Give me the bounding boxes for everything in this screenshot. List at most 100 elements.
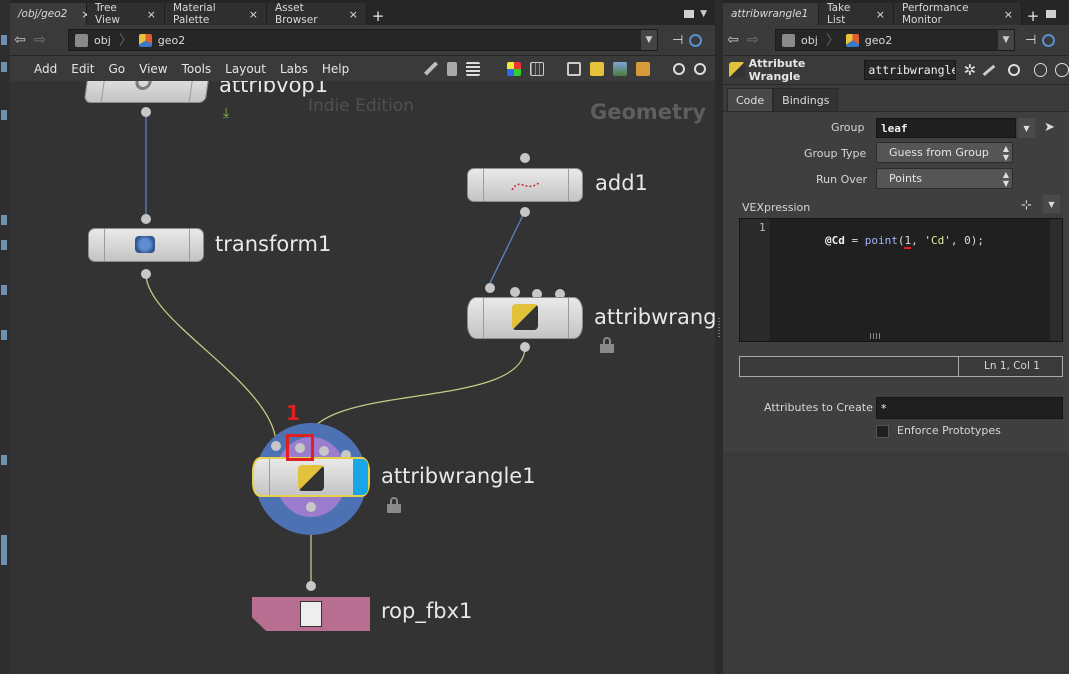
group-field[interactable]: leaf	[876, 118, 1016, 138]
package-icon[interactable]	[636, 61, 650, 76]
add-tab-button[interactable]: +	[367, 7, 389, 25]
chevron-down-icon[interactable]: ▼	[1018, 118, 1035, 138]
add-tab-button[interactable]: +	[1022, 7, 1044, 25]
attributes-to-create-field[interactable]: *	[876, 397, 1063, 419]
brush-icon[interactable]	[982, 64, 996, 76]
link-target-icon[interactable]	[689, 33, 703, 47]
tab-label: attribwrangle1	[731, 8, 809, 20]
color-palette-icon[interactable]	[507, 61, 521, 76]
tab-code[interactable]: Code	[727, 88, 774, 111]
network-box-icon[interactable]	[567, 61, 581, 76]
tab-obj-geo2[interactable]: /obj/geo2 ×	[10, 3, 91, 25]
tab-asset-browser[interactable]: Asset Browser ×	[267, 2, 367, 26]
input-port[interactable]	[271, 441, 281, 451]
back-arrow-icon[interactable]: ⇦	[723, 32, 743, 48]
list-view-icon[interactable]	[466, 61, 480, 76]
close-icon[interactable]: ×	[1004, 8, 1013, 21]
tab-take-list[interactable]: Take List ×	[819, 2, 894, 26]
close-icon[interactable]: ×	[876, 8, 885, 21]
wire-add-wrangle2	[489, 212, 525, 284]
enforce-prototypes-checkbox[interactable]	[876, 425, 889, 438]
menu-view[interactable]: View	[139, 62, 167, 76]
wrench-icon[interactable]	[424, 61, 438, 76]
output-port[interactable]	[520, 342, 530, 352]
menu-add[interactable]: Add	[34, 62, 57, 76]
vex-code-editor[interactable]: 1 @Cd = point(1, 'Cd', 0);	[739, 218, 1063, 342]
forward-arrow-icon[interactable]: ⇨	[30, 32, 50, 48]
menu-layout[interactable]: Layout	[225, 62, 266, 76]
path-field[interactable]: obj 〉 geo2 ▼	[68, 29, 658, 51]
output-port[interactable]	[306, 502, 316, 512]
breadcrumb-label: obj	[801, 33, 818, 47]
wrangle-main-node[interactable]	[252, 457, 370, 497]
link-target-icon[interactable]	[1042, 33, 1056, 47]
chevron-down-icon[interactable]: ▼	[641, 30, 657, 50]
group-type-menu[interactable]: Guess from Group ▲ ▼	[876, 142, 1013, 163]
breadcrumb-geo2[interactable]: geo2	[133, 33, 193, 47]
tab-bindings[interactable]: Bindings	[773, 88, 839, 111]
menu-edit[interactable]: Edit	[71, 62, 94, 76]
pane-menu-icon[interactable]	[684, 10, 695, 18]
add-node[interactable]	[467, 168, 583, 202]
tab-material-palette[interactable]: Material Palette ×	[165, 2, 267, 26]
rop-node[interactable]	[252, 597, 370, 631]
pane-splitter[interactable]	[715, 0, 723, 674]
input-port[interactable]	[319, 446, 329, 456]
info-icon[interactable]	[1033, 63, 1048, 77]
sticky-note-icon[interactable]	[590, 61, 604, 76]
path-field[interactable]: obj 〉 geo2 ▼	[775, 29, 1015, 51]
input-port[interactable]	[520, 153, 530, 163]
network-canvas[interactable]: Indie Edition Geometry attribvop1 ⤓ tran…	[10, 81, 715, 674]
help-icon[interactable]	[1055, 63, 1069, 77]
tab-attribwrangle1[interactable]: attribwrangle1 ×	[723, 3, 832, 25]
breadcrumb-obj[interactable]: obj	[69, 33, 119, 47]
run-over-menu[interactable]: Points ▲ ▼	[876, 168, 1013, 189]
chevron-down-icon[interactable]: ▼	[1043, 195, 1060, 213]
close-icon[interactable]: ×	[147, 8, 156, 21]
input-port[interactable]	[485, 283, 495, 293]
attribvop-node[interactable]	[83, 81, 211, 103]
scrollbar[interactable]	[1050, 219, 1062, 341]
node-name-field[interactable]: attribwrangle1	[864, 60, 957, 80]
pin-icon[interactable]: ⊣	[1025, 33, 1036, 48]
info-icon[interactable]	[694, 62, 706, 75]
wrangle-icon	[298, 465, 324, 491]
grid-icon[interactable]	[530, 61, 544, 76]
tab-tree-view[interactable]: Tree View ×	[87, 2, 165, 26]
pin-icon[interactable]: ⊣	[672, 33, 683, 48]
breadcrumb-geo2[interactable]: geo2	[840, 33, 900, 47]
gear-icon[interactable]: ✲	[963, 61, 976, 79]
menu-help[interactable]: Help	[322, 62, 349, 76]
display-flag-icon[interactable]: ⤓	[223, 105, 229, 121]
search-icon[interactable]	[1007, 64, 1020, 76]
output-port[interactable]	[141, 107, 151, 117]
back-arrow-icon[interactable]: ⇦	[10, 32, 30, 48]
forward-arrow-icon[interactable]: ⇨	[743, 32, 763, 48]
output-port[interactable]	[520, 207, 530, 217]
input-port[interactable]	[510, 287, 520, 297]
resize-handle-icon[interactable]	[870, 333, 882, 339]
close-icon[interactable]: ×	[249, 8, 258, 21]
breadcrumb-obj[interactable]: obj	[776, 33, 826, 47]
lock-icon[interactable]	[600, 337, 614, 353]
search-icon[interactable]	[673, 62, 685, 75]
chevron-down-icon[interactable]: ▼	[700, 9, 707, 19]
tree-layout-icon[interactable]	[447, 61, 457, 76]
chevron-down-icon[interactable]: ▼	[998, 30, 1014, 50]
input-port[interactable]	[306, 581, 316, 591]
image-icon[interactable]	[613, 61, 627, 76]
menu-labs[interactable]: Labs	[280, 62, 308, 76]
select-arrow-icon[interactable]: ➤	[1044, 120, 1055, 135]
tab-performance-monitor[interactable]: Performance Monitor ×	[894, 2, 1022, 26]
output-port[interactable]	[141, 269, 151, 279]
insert-snippet-icon[interactable]: ⊹	[1021, 198, 1032, 213]
transform-node[interactable]	[88, 228, 204, 262]
lock-icon[interactable]	[387, 497, 401, 513]
input-port[interactable]	[141, 214, 151, 224]
tab-label: Material Palette	[173, 2, 216, 26]
wrangle-top-node[interactable]	[467, 297, 583, 339]
menu-go[interactable]: Go	[108, 62, 125, 76]
pane-menu-icon[interactable]	[1046, 10, 1056, 18]
close-icon[interactable]: ×	[349, 8, 358, 21]
menu-tools[interactable]: Tools	[182, 62, 212, 76]
